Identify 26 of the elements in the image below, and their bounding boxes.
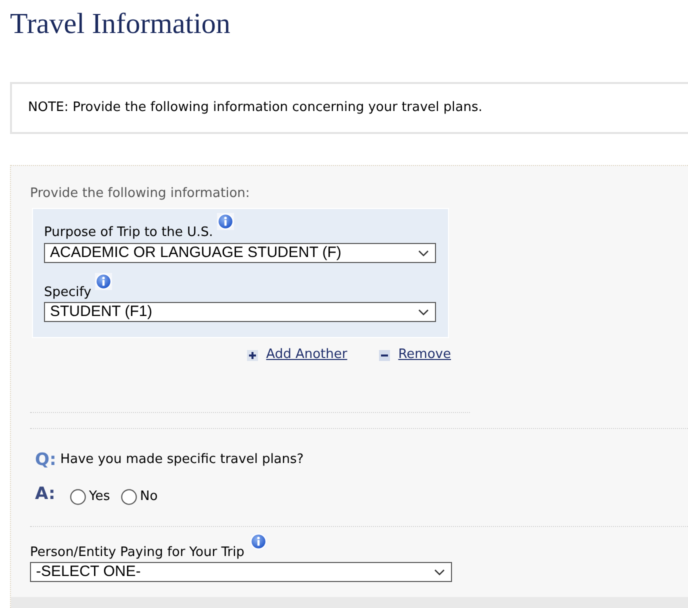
question-marker: Q: — [35, 450, 56, 470]
question-text: Have you made specific travel plans? — [60, 452, 304, 468]
radio-label[interactable]: Yes — [89, 489, 110, 505]
remove-link[interactable]: Remove — [379, 347, 451, 363]
field-label: Purpose of Trip to the U.S. — [44, 225, 214, 241]
plus-icon — [247, 350, 258, 360]
field-label: Person/Entity Paying for Your Trip — [30, 545, 244, 561]
radio-button[interactable] — [121, 489, 137, 505]
instruction-text: Provide the following information: — [30, 186, 250, 202]
chevron-down-icon — [418, 250, 429, 256]
chevron-down-icon — [418, 308, 429, 316]
answer-marker: A: — [35, 484, 56, 504]
note-text: NOTE: Provide the following information concerning your travel plans. — [28, 100, 482, 116]
dropdown[interactable]: ACADEMIC OR LANGUAGE STUDENT (F) — [44, 243, 436, 263]
add-another-link[interactable]: Add Another — [247, 347, 348, 363]
chevron-down-icon — [434, 568, 445, 576]
field-label: Specify — [44, 285, 92, 301]
minus-icon — [379, 350, 390, 360]
info-icon[interactable] — [217, 213, 234, 230]
dropdown[interactable]: STUDENT (F1) — [44, 302, 436, 322]
page-title: Travel Information — [10, 7, 230, 42]
radio-label[interactable]: No — [140, 489, 158, 505]
info-icon[interactable] — [250, 533, 268, 550]
info-icon[interactable] — [95, 273, 112, 290]
radio-button[interactable] — [70, 489, 86, 505]
dropdown[interactable]: -SELECT ONE- — [30, 562, 452, 582]
